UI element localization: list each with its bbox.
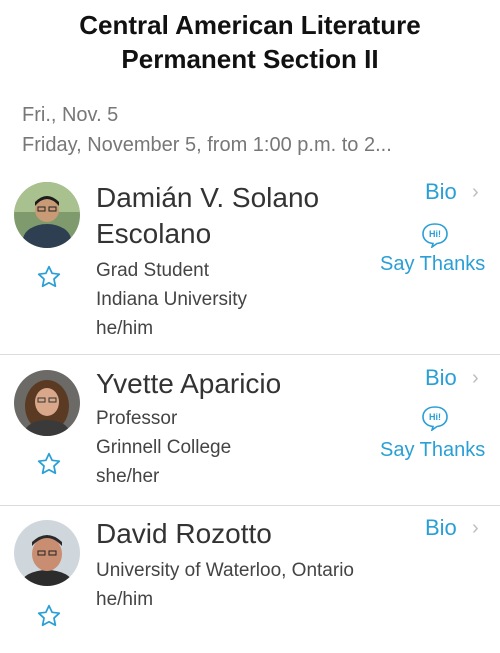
star-icon[interactable]: [36, 603, 62, 629]
hi-bubble-icon[interactable]: Hi!: [421, 222, 449, 248]
avatar[interactable]: [14, 520, 80, 586]
page-title: Central American Literature Permanent Se…: [0, 8, 500, 76]
person-pronouns: she/her: [96, 466, 160, 487]
person-role: Professor: [96, 408, 178, 429]
person-name-line-2: Escolano: [96, 218, 212, 249]
session-time-range: Friday, November 5, from 1:00 p.m. to 2.…: [22, 134, 392, 156]
hi-bubble-icon[interactable]: Hi!: [421, 405, 449, 431]
hi-label: Hi!: [429, 412, 441, 422]
avatar[interactable]: [14, 182, 80, 248]
divider: [0, 354, 500, 355]
person-affiliation: Indiana University: [96, 289, 248, 310]
chevron-right-icon: ›: [472, 517, 479, 539]
avatar[interactable]: [14, 370, 80, 436]
chevron-right-icon: ›: [472, 367, 479, 389]
person-pronouns: he/him: [96, 318, 154, 339]
person-name[interactable]: David Rozotto: [96, 516, 272, 552]
bio-link[interactable]: Bio: [425, 365, 457, 391]
bio-link[interactable]: Bio: [425, 515, 457, 541]
star-icon[interactable]: [36, 264, 62, 290]
session-date: Fri., Nov. 5: [22, 104, 119, 126]
person-name[interactable]: Yvette Aparicio: [96, 366, 281, 402]
title-line-1: Central American Literature: [79, 10, 421, 40]
title-line-2: Permanent Section II: [121, 44, 379, 74]
hi-label: Hi!: [429, 229, 441, 239]
say-thanks-button[interactable]: Say Thanks: [380, 251, 485, 277]
star-icon[interactable]: [36, 451, 62, 477]
person-name-line-1: Damián V. Solano: [96, 182, 320, 213]
person-affiliation: University of Waterloo, Ontario: [96, 560, 354, 581]
bio-link[interactable]: Bio: [425, 179, 457, 205]
person-role: Grad Student: [96, 260, 210, 281]
chevron-right-icon: ›: [472, 181, 479, 203]
person-name[interactable]: Damián V. Solano Escolano: [96, 180, 319, 252]
person-affiliation: Grinnell College: [96, 437, 232, 458]
person-pronouns: he/him: [96, 589, 154, 610]
divider: [0, 505, 500, 506]
say-thanks-button[interactable]: Say Thanks: [380, 437, 485, 463]
